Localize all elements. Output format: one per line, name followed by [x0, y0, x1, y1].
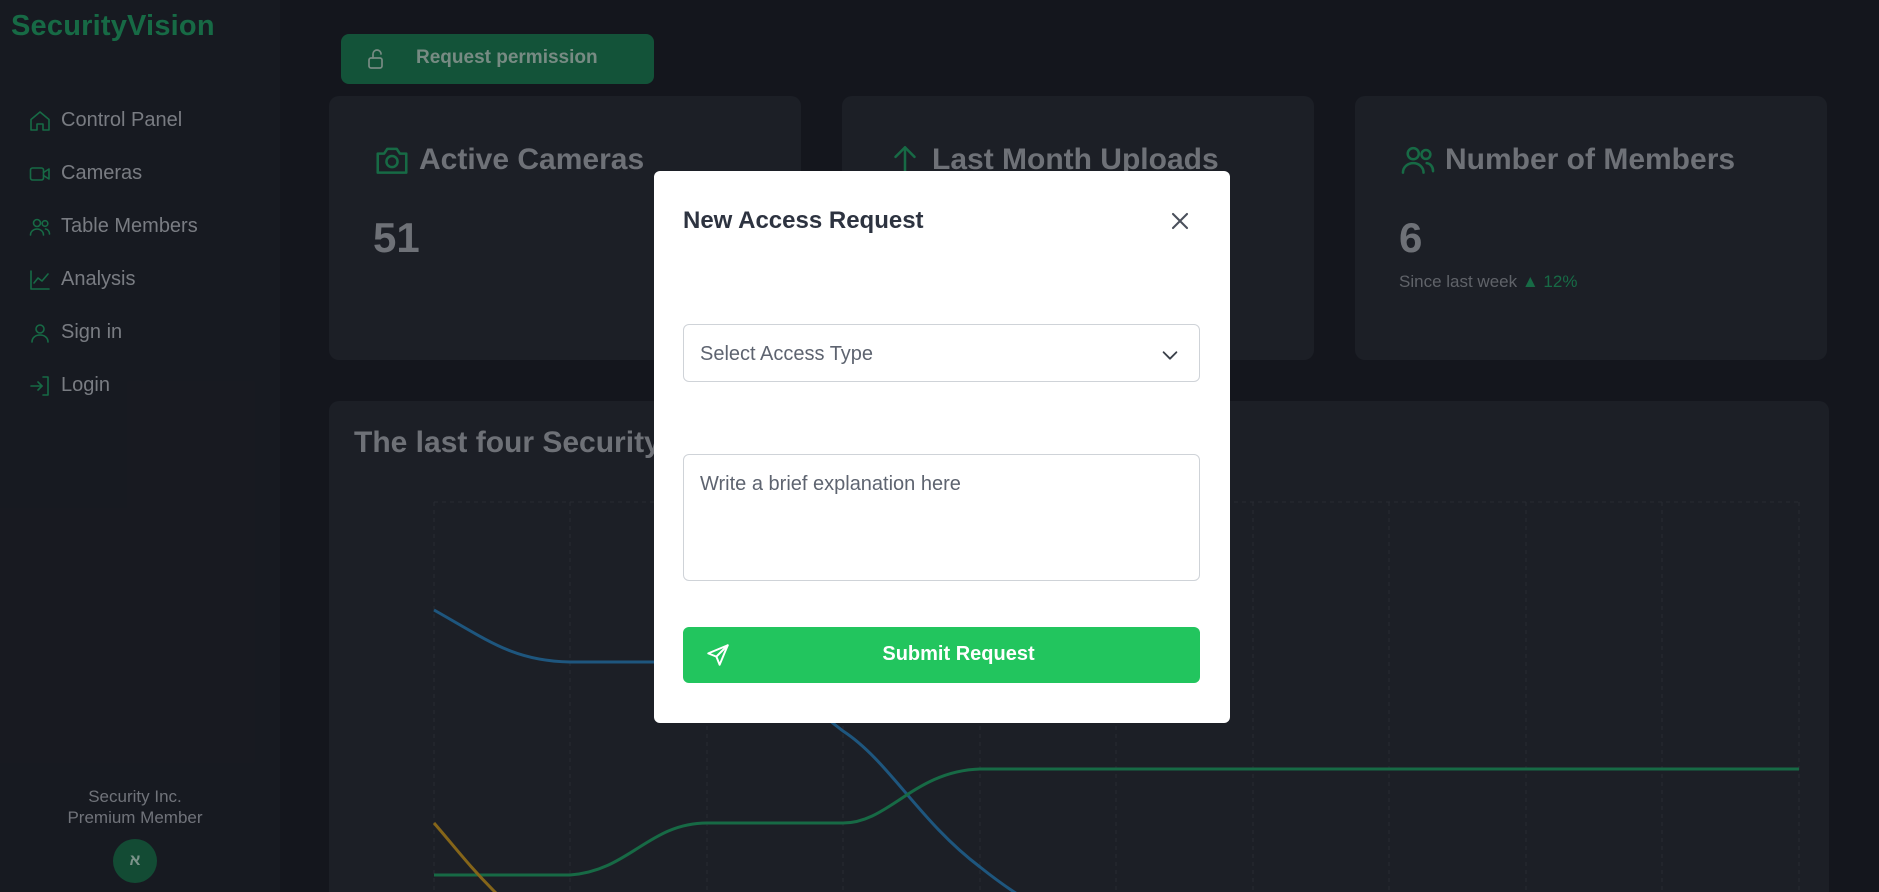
chevron-down-icon: [1162, 351, 1178, 360]
access-type-select[interactable]: Select Access Type: [683, 324, 1200, 382]
access-type-value: Select Access Type: [700, 343, 874, 365]
explanation-textarea[interactable]: Write a brief explanation here: [683, 454, 1200, 581]
close-icon[interactable]: [1166, 207, 1194, 235]
submit-request-label: Submit Request: [882, 643, 1035, 665]
access-request-modal: New Access Request Select Access Type Wr…: [654, 171, 1230, 723]
modal-title: New Access Request: [683, 207, 924, 234]
submit-request-button[interactable]: Submit Request: [683, 627, 1200, 683]
explanation-placeholder: Write a brief explanation here: [700, 473, 961, 495]
